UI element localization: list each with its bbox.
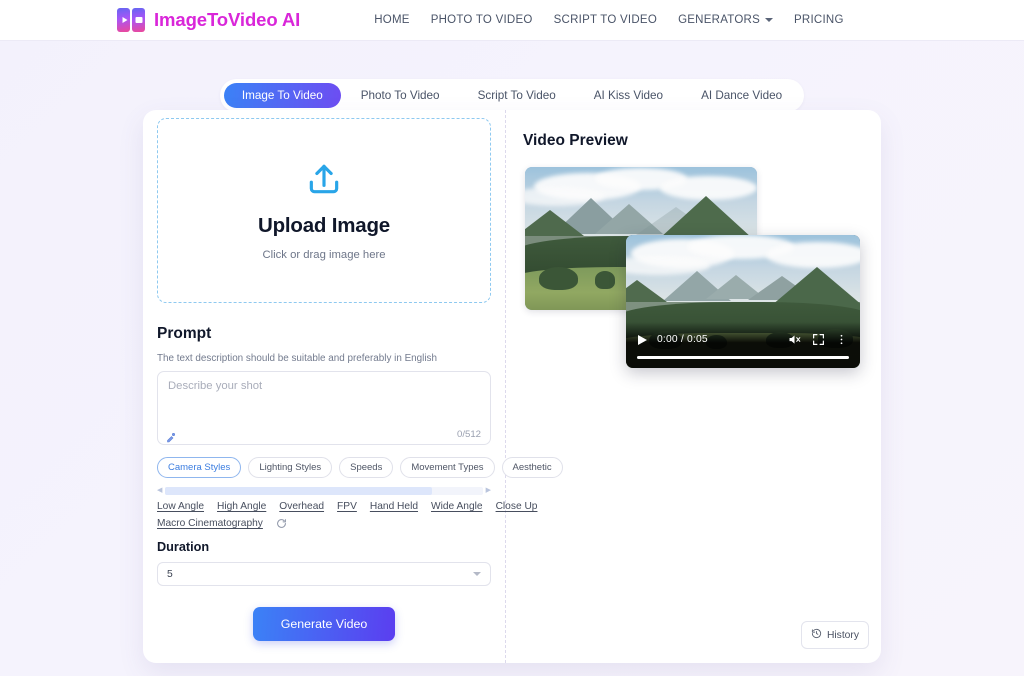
history-clock-icon [811,626,822,644]
nav-item-generators[interactable]: GENERATORS [678,14,774,26]
tab-image-to-video[interactable]: Image To Video [223,83,341,108]
style-tag-fpv[interactable]: FPV [337,501,357,512]
style-category-chips: Camera Styles Lighting Styles Speeds Mov… [157,457,563,478]
brand-name: ImageToVideo AI [154,9,301,30]
video-preview-title: Video Preview [523,132,628,149]
nav-item-pricing[interactable]: PRICING [794,14,844,26]
chips-scrollbar[interactable]: ◀ ▶ [157,486,491,495]
tab-ai-kiss-video[interactable]: AI Kiss Video [576,83,681,108]
chevron-left-icon[interactable]: ◀ [157,487,162,494]
generate-video-button[interactable]: Generate Video [252,607,396,641]
logo-mark [117,8,145,32]
play-icon[interactable] [638,334,647,345]
video-progress-bar[interactable] [637,356,849,359]
refresh-icon[interactable] [276,518,287,529]
style-tag-wide-angle[interactable]: Wide Angle [431,501,483,512]
play-tile-icon [117,8,130,32]
style-tag-macro-cinematography[interactable]: Macro Cinematography [157,518,263,529]
scrollbar-thumb[interactable] [165,486,432,495]
upload-subtitle: Click or drag image here [262,249,386,261]
prompt-input[interactable]: Describe your shot 0/512 [157,371,491,445]
style-tag-high-angle[interactable]: High Angle [217,501,266,512]
chip-camera-styles[interactable]: Camera Styles [157,457,242,478]
tab-bar: Image To Video Photo To Video Script To … [219,79,805,112]
nav-item-photo-to-video[interactable]: PHOTO TO VIDEO [431,14,533,26]
image-upload-dropzone[interactable]: Upload Image Click or drag image here [157,118,491,303]
volume-muted-icon[interactable] [787,332,802,347]
chip-speeds[interactable]: Speeds [339,457,394,478]
nav-item-script-to-video[interactable]: SCRIPT TO VIDEO [554,14,657,26]
preview-column: Video Preview 0:00 / 0:05 History [506,110,881,663]
tab-ai-dance-video[interactable]: AI Dance Video [683,83,800,108]
generate-button-wrapper: Generate Video [157,607,491,641]
style-tag-hand-held[interactable]: Hand Held [370,501,418,512]
video-preview-stage: 0:00 / 0:05 [520,167,865,397]
more-vertical-icon[interactable] [835,333,848,346]
chevron-right-icon[interactable]: ▶ [486,487,491,494]
frame-tile-icon [132,8,145,32]
style-tag-low-angle[interactable]: Low Angle [157,501,204,512]
prompt-section-title: Prompt [157,325,212,342]
prompt-hint: The text description should be suitable … [157,353,437,364]
duration-select[interactable]: 5 [157,562,491,586]
style-tag-overhead[interactable]: Overhead [279,501,324,512]
video-controls-row: 0:00 / 0:05 [626,332,860,349]
nav-item-home[interactable]: HOME [374,14,410,26]
video-player[interactable]: 0:00 / 0:05 [626,235,860,368]
chevron-down-icon [473,572,481,576]
chip-lighting-styles[interactable]: Lighting Styles [248,457,333,478]
duration-label: Duration [157,540,210,554]
brand-logo[interactable]: ImageToVideo AI [117,8,300,32]
style-tag-row-2: Macro Cinematography [157,518,491,529]
upload-arrow-icon [305,160,343,203]
fullscreen-icon[interactable] [812,333,825,346]
nav-item-generators-label: GENERATORS [678,14,761,26]
scrollbar-track[interactable] [165,486,483,495]
chip-movement-types[interactable]: Movement Types [400,457,495,478]
nav-links: HOME PHOTO TO VIDEO SCRIPT TO VIDEO GENE… [374,14,844,26]
history-button[interactable]: History [800,621,869,649]
tab-script-to-video[interactable]: Script To Video [460,83,574,108]
tab-photo-to-video[interactable]: Photo To Video [343,83,458,108]
video-time-display: 0:00 / 0:05 [657,334,708,345]
duration-value: 5 [167,568,173,580]
upload-title: Upload Image [257,214,390,237]
style-tag-row-1: Low Angle High Angle Overhead FPV Hand H… [157,501,537,512]
main-card: Upload Image Click or drag image here Pr… [143,110,881,663]
prompt-char-counter: 0/512 [456,429,481,440]
generator-form-column: Upload Image Click or drag image here Pr… [143,110,563,663]
style-tag-list: Low Angle High Angle Overhead FPV Hand H… [157,501,537,529]
history-label: History [826,629,859,641]
prompt-placeholder: Describe your shot [168,380,263,392]
chevron-down-icon [765,18,774,22]
video-controls-bar: 0:00 / 0:05 [626,322,860,368]
tab-bar-wrapper: Image To Video Photo To Video Script To … [0,79,1024,112]
top-navbar: ImageToVideo AI HOME PHOTO TO VIDEO SCRI… [0,0,1024,41]
magic-wand-icon[interactable] [165,430,177,443]
